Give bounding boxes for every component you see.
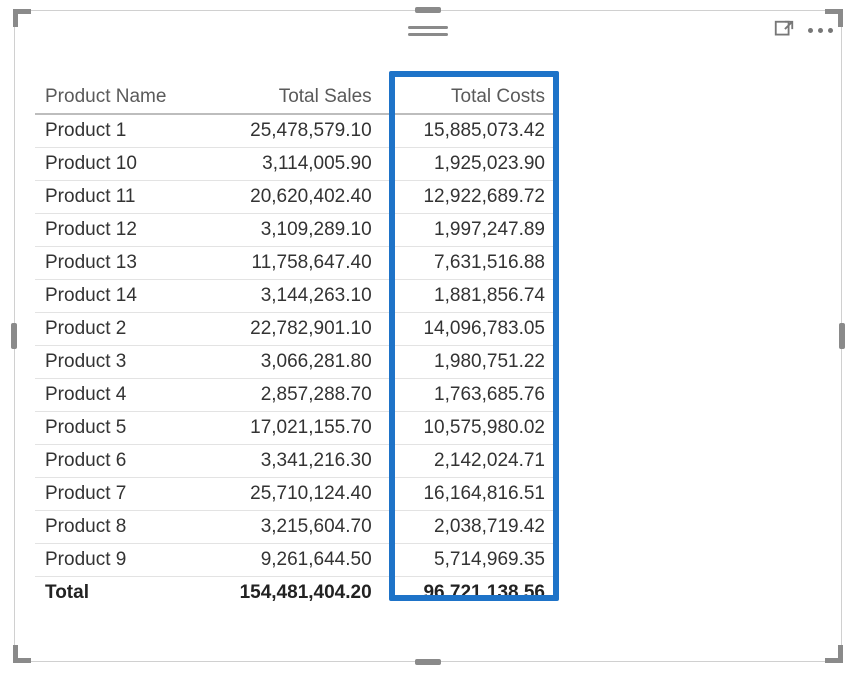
cell-product: Product 11 — [35, 180, 208, 213]
select-handle-left[interactable] — [11, 323, 17, 349]
cell-product: Product 9 — [35, 543, 208, 576]
cell-costs: 1,997,247.89 — [382, 213, 555, 246]
table-row[interactable]: Product 1311,758,647.407,631,516.88 — [35, 246, 555, 279]
cell-product: Product 3 — [35, 345, 208, 378]
cell-costs: 1,925,023.90 — [382, 147, 555, 180]
cell-costs: 1,763,685.76 — [382, 378, 555, 411]
table-total-row: Total 154,481,404.20 96,721,138.56 — [35, 576, 555, 609]
table-row[interactable]: Product 517,021,155.7010,575,980.02 — [35, 411, 555, 444]
select-corner-br[interactable] — [825, 645, 843, 663]
table-row[interactable]: Product 103,114,005.901,925,023.90 — [35, 147, 555, 180]
table-row[interactable]: Product 143,144,263.101,881,856.74 — [35, 279, 555, 312]
cell-costs: 10,575,980.02 — [382, 411, 555, 444]
col-header-costs[interactable]: Total Costs — [382, 81, 555, 114]
cell-product: Product 6 — [35, 444, 208, 477]
col-header-product[interactable]: Product Name — [35, 81, 208, 114]
total-costs: 96,721,138.56 — [382, 576, 555, 609]
cell-product: Product 2 — [35, 312, 208, 345]
cell-sales: 20,620,402.40 — [208, 180, 381, 213]
cell-product: Product 1 — [35, 114, 208, 147]
table-row[interactable]: Product 63,341,216.302,142,024.71 — [35, 444, 555, 477]
cell-product: Product 12 — [35, 213, 208, 246]
cell-costs: 1,881,856.74 — [382, 279, 555, 312]
drag-grip-icon[interactable] — [408, 26, 448, 36]
table-visual: Product Name Total Sales Total Costs Pro… — [35, 81, 555, 609]
cell-costs: 2,038,719.42 — [382, 510, 555, 543]
cell-sales: 9,261,644.50 — [208, 543, 381, 576]
focus-mode-icon[interactable] — [771, 17, 797, 43]
cell-sales: 2,857,288.70 — [208, 378, 381, 411]
cell-costs: 16,164,816.51 — [382, 477, 555, 510]
cell-product: Product 14 — [35, 279, 208, 312]
cell-costs: 14,096,783.05 — [382, 312, 555, 345]
cell-product: Product 7 — [35, 477, 208, 510]
select-corner-bl[interactable] — [13, 645, 31, 663]
table-row[interactable]: Product 33,066,281.801,980,751.22 — [35, 345, 555, 378]
table-row[interactable]: Product 83,215,604.702,038,719.42 — [35, 510, 555, 543]
table-row[interactable]: Product 725,710,124.4016,164,816.51 — [35, 477, 555, 510]
cell-costs: 15,885,073.42 — [382, 114, 555, 147]
cell-costs: 7,631,516.88 — [382, 246, 555, 279]
visual-container[interactable]: Product Name Total Sales Total Costs Pro… — [14, 10, 842, 662]
col-header-sales[interactable]: Total Sales — [208, 81, 381, 114]
select-handle-right[interactable] — [839, 323, 845, 349]
visual-header — [15, 11, 841, 55]
cell-sales: 3,341,216.30 — [208, 444, 381, 477]
cell-product: Product 4 — [35, 378, 208, 411]
cell-costs: 5,714,969.35 — [382, 543, 555, 576]
cell-sales: 17,021,155.70 — [208, 411, 381, 444]
cell-sales: 3,109,289.10 — [208, 213, 381, 246]
cell-product: Product 13 — [35, 246, 208, 279]
select-handle-bottom[interactable] — [415, 659, 441, 665]
table-row[interactable]: Product 1120,620,402.4012,922,689.72 — [35, 180, 555, 213]
table-row[interactable]: Product 222,782,901.1014,096,783.05 — [35, 312, 555, 345]
cell-sales: 3,144,263.10 — [208, 279, 381, 312]
cell-costs: 12,922,689.72 — [382, 180, 555, 213]
total-label: Total — [35, 576, 208, 609]
table-row[interactable]: Product 125,478,579.1015,885,073.42 — [35, 114, 555, 147]
cell-sales: 22,782,901.10 — [208, 312, 381, 345]
cell-sales: 3,215,604.70 — [208, 510, 381, 543]
table-row[interactable]: Product 42,857,288.701,763,685.76 — [35, 378, 555, 411]
cell-product: Product 10 — [35, 147, 208, 180]
cell-sales: 11,758,647.40 — [208, 246, 381, 279]
cell-costs: 1,980,751.22 — [382, 345, 555, 378]
total-sales: 154,481,404.20 — [208, 576, 381, 609]
cell-product: Product 8 — [35, 510, 208, 543]
more-options-icon[interactable] — [807, 17, 833, 43]
cell-sales: 3,114,005.90 — [208, 147, 381, 180]
cell-sales: 3,066,281.80 — [208, 345, 381, 378]
cell-costs: 2,142,024.71 — [382, 444, 555, 477]
cell-sales: 25,478,579.10 — [208, 114, 381, 147]
table-row[interactable]: Product 99,261,644.505,714,969.35 — [35, 543, 555, 576]
cell-product: Product 5 — [35, 411, 208, 444]
cell-sales: 25,710,124.40 — [208, 477, 381, 510]
table-row[interactable]: Product 123,109,289.101,997,247.89 — [35, 213, 555, 246]
